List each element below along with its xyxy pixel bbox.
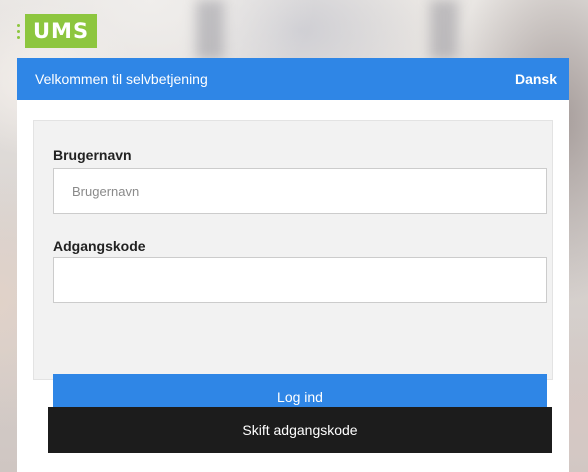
change-password-button[interactable]: Skift adgangskode xyxy=(48,407,552,453)
username-input[interactable] xyxy=(53,168,547,214)
logo-text: UMS xyxy=(25,14,98,48)
login-form: Brugernavn Adgangskode Log ind xyxy=(33,120,553,419)
background-decoration xyxy=(196,0,224,60)
page-title: Velkommen til selvbetjening xyxy=(35,71,208,87)
background-decoration xyxy=(430,0,458,60)
password-label: Adgangskode xyxy=(53,238,146,254)
language-selector[interactable]: Dansk xyxy=(515,71,557,87)
panel-header: Velkommen til selvbetjening Dansk xyxy=(17,58,569,100)
password-input[interactable] xyxy=(53,257,547,303)
ums-logo: UMS xyxy=(17,14,98,48)
login-panel: Velkommen til selvbetjening Dansk Bruger… xyxy=(17,58,569,472)
username-label: Brugernavn xyxy=(53,147,132,163)
logo-dots-icon xyxy=(17,23,21,39)
